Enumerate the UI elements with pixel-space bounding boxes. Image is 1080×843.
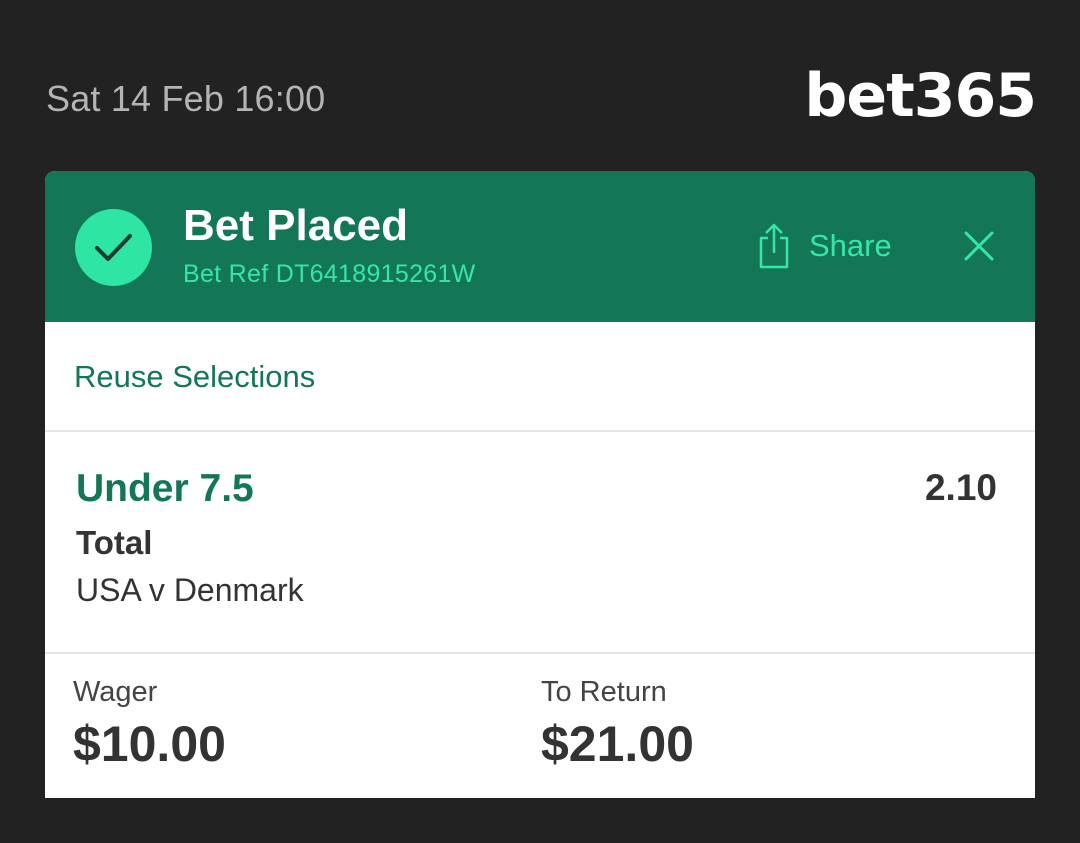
bet-reference: Bet Ref DT6418915261W — [183, 260, 476, 288]
bet-selection: Under 7.5 2.10 Total USA v Denmark — [45, 432, 1035, 654]
bet-confirmation-card: Bet Placed Bet Ref DT6418915261W Share R… — [45, 171, 1035, 798]
wager-column: Wager $10.00 — [73, 676, 226, 773]
top-bar: Sat 14 Feb 16:00 bet365 — [0, 0, 1080, 170]
bet-placed-title: Bet Placed — [183, 201, 408, 250]
selection-event: USA v Denmark — [76, 572, 304, 608]
bet-summary: Wager $10.00 To Return $21.00 — [45, 654, 1035, 798]
reuse-selections-link[interactable]: Reuse Selections — [74, 359, 315, 395]
return-label: To Return — [541, 676, 667, 708]
close-button[interactable] — [961, 228, 997, 264]
wager-label: Wager — [73, 676, 158, 708]
wager-value: $10.00 — [73, 716, 226, 772]
close-icon — [964, 231, 994, 261]
selection-name: Under 7.5 — [76, 467, 254, 510]
reuse-selections-row: Reuse Selections — [45, 322, 1035, 432]
return-column: To Return $21.00 — [541, 676, 694, 773]
event-datetime: Sat 14 Feb 16:00 — [46, 78, 326, 119]
selection-odds: 2.10 — [924, 467, 997, 508]
bet-placed-header: Bet Placed Bet Ref DT6418915261W Share — [45, 171, 1035, 322]
brand-logo: bet365 — [804, 61, 1037, 131]
share-icon — [757, 222, 791, 270]
selection-market: Total — [76, 524, 153, 561]
check-icon — [75, 209, 152, 286]
return-value: $21.00 — [541, 716, 694, 772]
share-label: Share — [809, 228, 892, 263]
share-button[interactable]: Share — [757, 221, 892, 271]
